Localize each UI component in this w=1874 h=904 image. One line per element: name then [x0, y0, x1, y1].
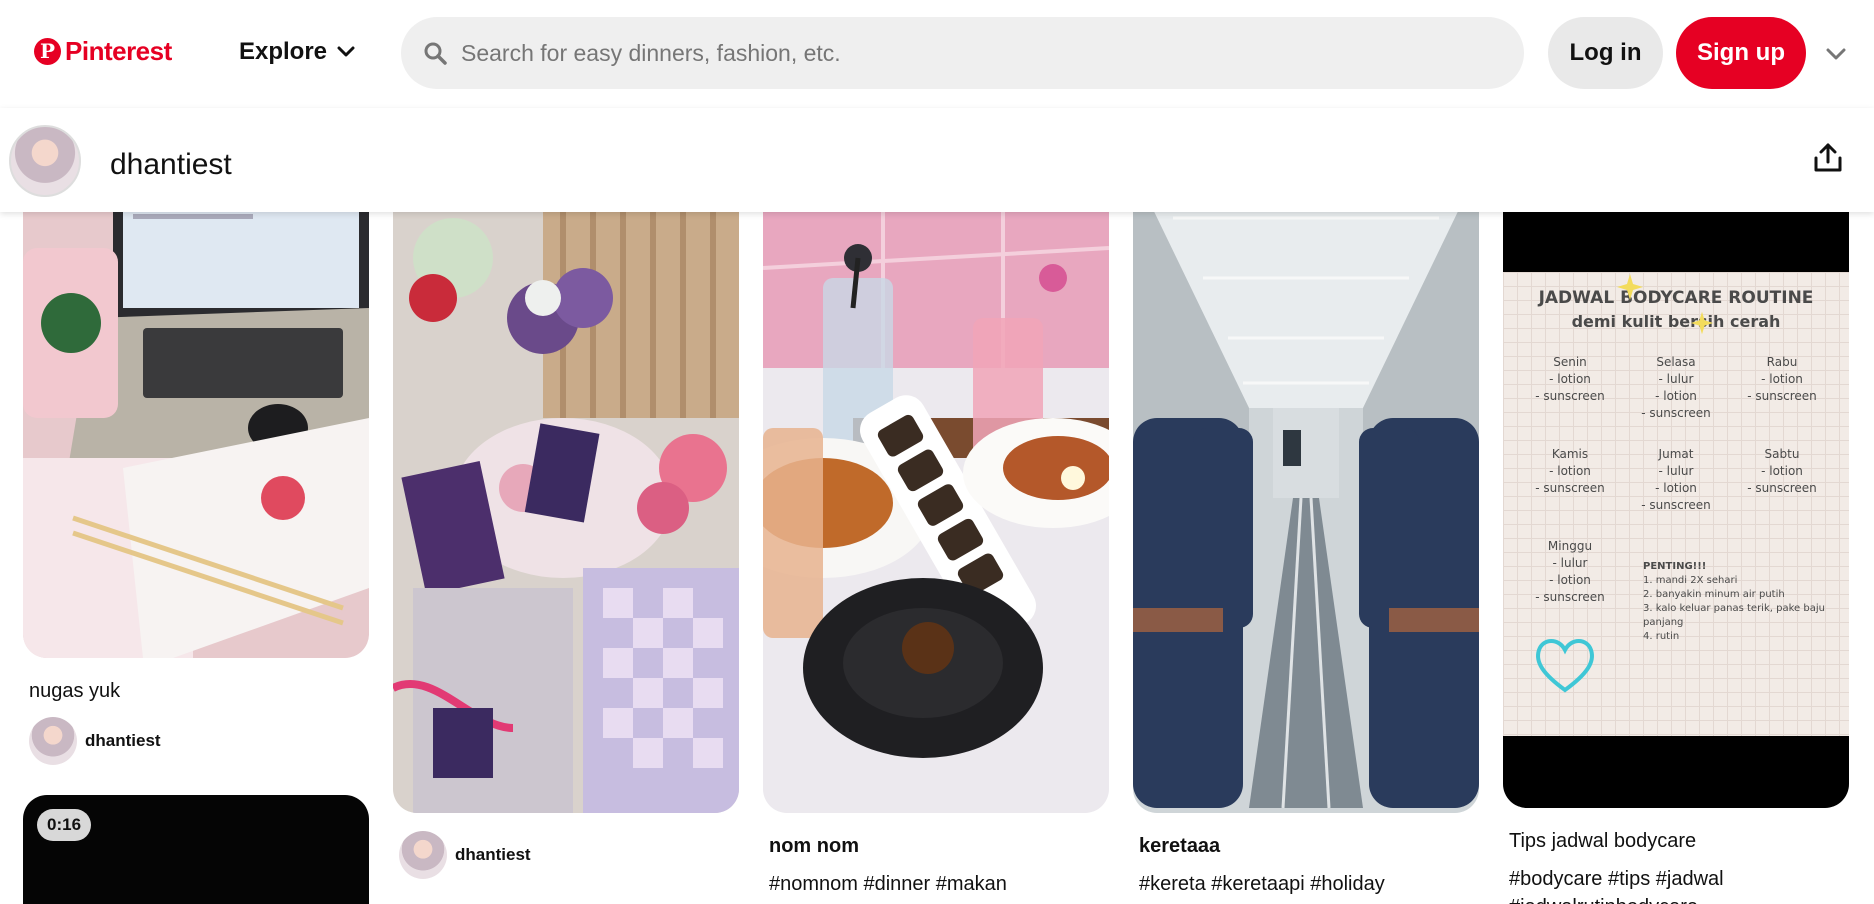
day-item: - lotion [1655, 481, 1697, 495]
pin-card[interactable]: nugas yuk dhantiest [23, 168, 369, 765]
day-item: - sunscreen [1535, 590, 1605, 604]
heart-icon [1536, 639, 1594, 693]
day-item: - lotion [1549, 372, 1591, 386]
day-item: - lulur [1658, 464, 1694, 478]
day-item: - sunscreen [1641, 406, 1711, 420]
explore-menu[interactable]: Explore [239, 38, 355, 66]
pinterest-logo-icon: P [34, 38, 61, 65]
schedule-day: Senin - lotion - sunscreen [1535, 354, 1605, 405]
pin-description: #kereta #keretaapi #holiday [1139, 873, 1385, 895]
avatar [399, 831, 447, 879]
profile-header: dhantiest [0, 108, 1874, 212]
pin-photo-train [1133, 168, 1479, 813]
day-label: Minggu [1547, 539, 1593, 553]
note-item: 3. kalo keluar panas terik, pake baju pa… [1643, 603, 1825, 628]
bodycare-schedule-card: JADWAL BODYCARE ROUTINE demi kulit bersi… [1503, 272, 1849, 736]
schedule-day: Minggu - lulur - lotion - sunscreen [1535, 538, 1605, 606]
day-item: - sunscreen [1641, 498, 1711, 512]
schedule-day: Selasa - lulur - lotion - sunscreen [1641, 354, 1711, 422]
creator-name: dhantiest [455, 845, 531, 864]
pin-title[interactable]: keretaaa [1133, 835, 1479, 858]
video-duration-badge: 0:16 [37, 809, 92, 841]
avatar [29, 717, 77, 765]
notes-heading: PENTING!!! [1643, 561, 1707, 572]
explore-label: Explore [239, 38, 328, 65]
day-item: - lotion [1761, 372, 1803, 386]
pin-image[interactable] [763, 168, 1109, 813]
pin-card[interactable]: 0:16 [23, 795, 369, 904]
pin-creator[interactable]: dhantiest [393, 831, 739, 879]
day-item: - lotion [1761, 464, 1803, 478]
day-item: - sunscreen [1535, 389, 1605, 403]
schedule-day: Rabu - lotion - sunscreen [1747, 354, 1817, 405]
pin-image[interactable]: JADWAL BODYCARE ROUTINE demi kulit bersi… [1503, 168, 1849, 808]
pin-description: #nomnom #dinner #makan [769, 873, 1007, 895]
pin-creator[interactable]: dhantiest [23, 717, 369, 765]
note-item: 2. banyakin minum air putih [1643, 589, 1785, 600]
signup-button[interactable]: Sign up [1676, 17, 1806, 89]
chevron-down-icon [1826, 48, 1846, 60]
day-label: Jumat [1658, 447, 1694, 461]
day-label: Rabu [1766, 355, 1798, 369]
pin-video[interactable]: 0:16 [23, 795, 369, 904]
pin-photo-laptop [23, 168, 369, 658]
pinterest-logo[interactable]: P Pinterest [34, 36, 172, 67]
day-label: Senin [1553, 355, 1587, 369]
schedule-day: Kamis - lotion - sunscreen [1535, 446, 1605, 497]
sparkle-icon [1690, 311, 1714, 335]
day-item: - sunscreen [1747, 389, 1817, 403]
more-options-button[interactable] [1822, 40, 1850, 68]
search-input[interactable] [461, 39, 1461, 67]
pin-card[interactable]: nom nom #nomnom #dinner #makan [763, 168, 1109, 898]
day-label: Kamis [1551, 447, 1589, 461]
day-item: - lulur [1658, 372, 1694, 386]
pin-title[interactable]: Tips jadwal bodycare [1503, 830, 1849, 853]
bodycare-notes: PENTING!!! 1. mandi 2X sehari 2. banyaki… [1643, 560, 1843, 644]
top-navigation-bar: P Pinterest Explore Log in Sign up [0, 0, 1874, 108]
profile-username[interactable]: dhantiest [110, 148, 232, 182]
pin-photo-food [763, 168, 1109, 813]
bodycare-subheading: demi kulit bersih cerah [1571, 312, 1781, 331]
day-label: Selasa [1656, 355, 1696, 369]
search-icon [424, 42, 447, 65]
logo-text: Pinterest [65, 36, 172, 66]
pin-image[interactable] [1133, 168, 1479, 813]
sparkle-icon [1617, 274, 1643, 300]
share-icon[interactable] [1812, 142, 1844, 174]
pin-title[interactable]: nom nom [763, 835, 1109, 858]
pin-image[interactable] [23, 168, 369, 658]
note-item: 1. mandi 2X sehari [1643, 575, 1738, 586]
bodycare-heading: JADWAL BODYCARE ROUTINE [1538, 288, 1814, 308]
pin-image[interactable] [393, 168, 739, 813]
login-button[interactable]: Log in [1548, 17, 1663, 89]
schedule-day: Jumat - lulur - lotion - sunscreen [1641, 446, 1711, 514]
day-item: - lotion [1549, 573, 1591, 587]
pin-card[interactable]: JADWAL BODYCARE ROUTINE demi kulit bersi… [1503, 168, 1849, 904]
search-bar[interactable] [401, 17, 1524, 89]
pin-card[interactable]: dhantiest [393, 168, 739, 879]
avatar[interactable] [9, 125, 81, 197]
day-item: - sunscreen [1535, 481, 1605, 495]
day-item: - sunscreen [1747, 481, 1817, 495]
creator-name: dhantiest [85, 731, 161, 750]
chevron-down-icon [337, 46, 355, 57]
schedule-day: Sabtu - lotion - sunscreen [1747, 446, 1817, 497]
pin-card[interactable]: keretaaa #kereta #keretaapi #holiday [1133, 168, 1479, 898]
note-item: 4. rutin [1643, 631, 1680, 642]
pin-title[interactable]: nugas yuk [23, 680, 369, 703]
pin-photo-bouquets [393, 168, 739, 813]
day-item: - lotion [1549, 464, 1591, 478]
day-item: - lulur [1552, 556, 1588, 570]
day-label: Sabtu [1764, 447, 1800, 461]
pin-description: #bodycare #tips #jadwal #jadwalrutinbody… [1509, 868, 1724, 904]
day-item: - lotion [1655, 389, 1697, 403]
